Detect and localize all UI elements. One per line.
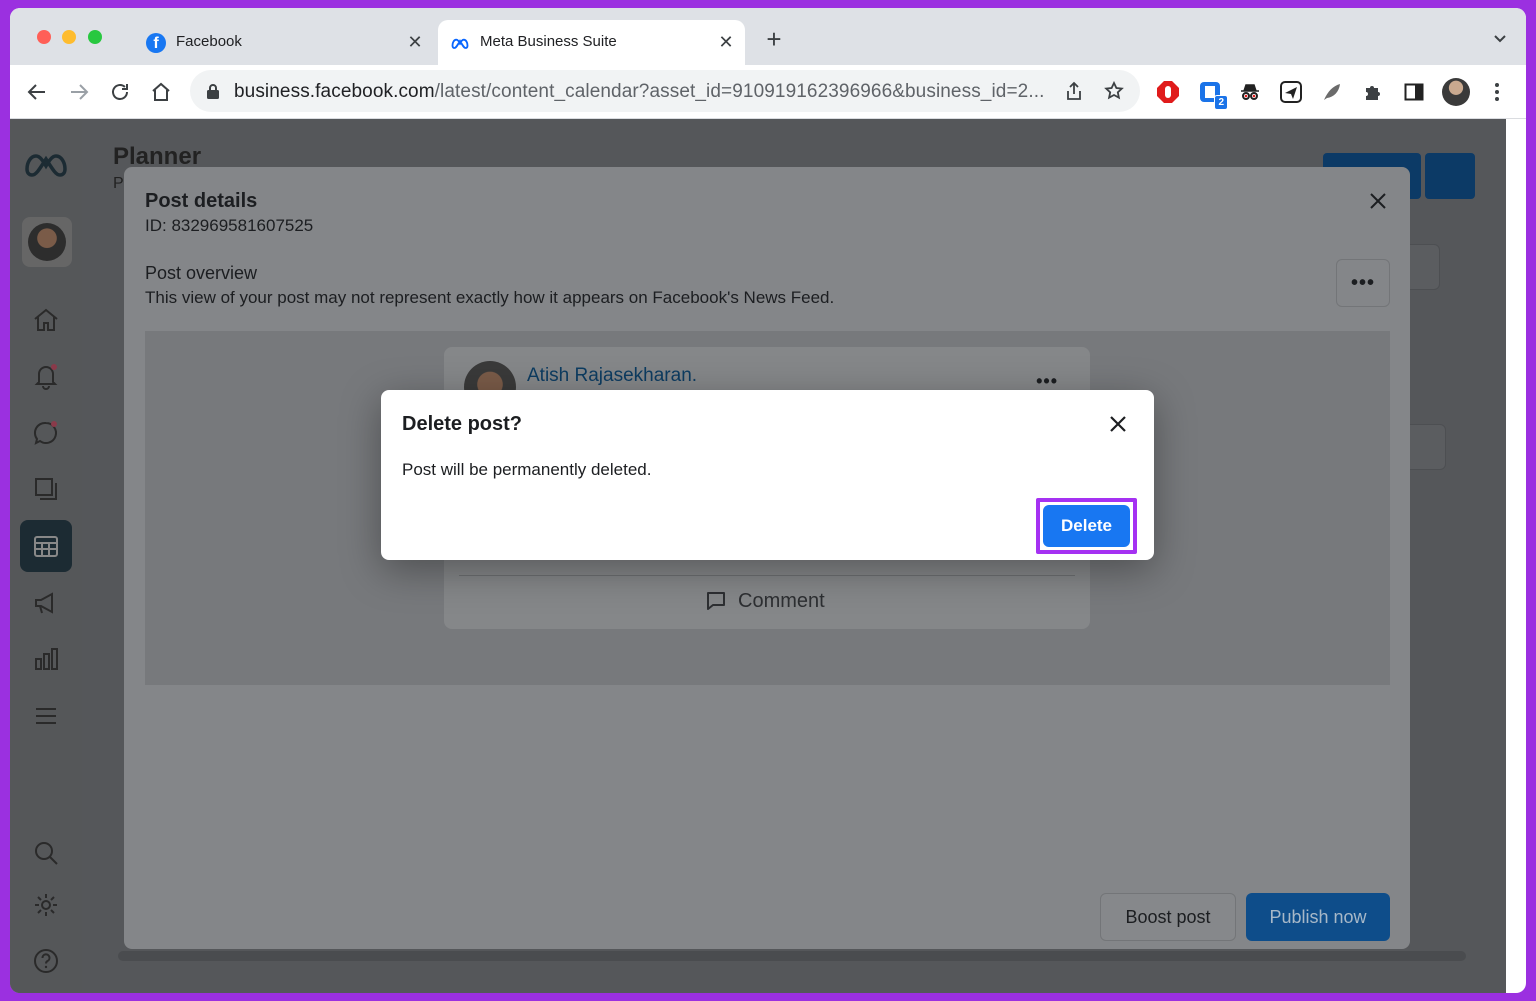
more-options-button[interactable]: ••• [1336,259,1390,307]
arrow-left-icon [27,84,45,100]
close-window-button[interactable] [37,30,51,44]
search-nav-icon[interactable] [20,827,72,879]
post-overview-title: Post overview [145,263,258,283]
author-name[interactable]: Atish Rajasekharan. [527,365,697,387]
profile-avatar[interactable] [1442,78,1470,106]
home-icon [152,82,170,101]
share-icon[interactable] [1064,81,1084,101]
meta-logo-icon[interactable] [20,139,72,191]
adblock-extension-icon[interactable] [1156,80,1180,104]
ads-nav-icon[interactable] [20,577,72,629]
puzzle-icon[interactable] [1361,80,1385,104]
tab-title: Facebook [176,33,242,50]
browser-toolbar: business.facebook.com/latest/content_cal… [10,65,1526,119]
send-extension-icon[interactable] [1279,80,1303,104]
arrow-right-icon [71,84,89,100]
star-icon[interactable] [1104,81,1124,101]
notifications-nav-icon[interactable] [20,350,72,402]
settings-nav-icon[interactable] [20,879,72,931]
reload-button[interactable] [105,77,135,107]
url-path: /latest/content_calendar?asset_id=910919… [434,81,1045,102]
create-dropdown-button[interactable] [1425,153,1475,199]
comment-label: Comment [738,589,825,612]
side-panel-icon[interactable] [1402,80,1426,104]
maximize-window-button[interactable] [88,30,102,44]
post-more-icon[interactable]: ••• [1036,371,1058,392]
delete-post-dialog: Delete post? Post will be permanently de… [381,390,1154,560]
help-nav-icon[interactable] [20,935,72,987]
post-overview-description: This view of your post may not represent… [145,288,835,307]
close-tab-icon[interactable]: ✕ [404,31,426,53]
browser-window: f Facebook ✕ Meta Business Suite ✕ + bus… [10,8,1526,993]
tab-title: Meta Business Suite [480,33,617,50]
chevron-down-icon[interactable] [1492,30,1508,46]
feather-extension-icon[interactable] [1320,80,1344,104]
menu-nav-icon[interactable] [20,690,72,742]
page-content: Planner P Post details ID: 8329695816075… [10,119,1506,993]
reload-icon [112,84,128,100]
tab-meta-business-suite[interactable]: Meta Business Suite ✕ [438,20,745,65]
url-host: business.facebook.com [234,81,435,102]
home-nav-icon[interactable] [20,294,72,346]
insights-nav-icon[interactable] [20,633,72,685]
publish-now-button[interactable]: Publish now [1246,893,1390,941]
content-nav-icon[interactable] [20,463,72,515]
meta-icon [451,38,469,49]
minimize-window-button[interactable] [62,30,76,44]
post-id: ID: 832969581607525 [145,216,314,235]
close-tab-icon[interactable]: ✕ [715,31,737,53]
facebook-icon: f [146,33,166,53]
post-details-title: Post details [145,190,258,212]
address-bar[interactable]: business.facebook.com/latest/content_cal… [190,70,1140,112]
close-icon[interactable] [1108,414,1128,434]
forward-button[interactable] [64,77,94,107]
business-profile-avatar[interactable] [22,217,72,267]
comment-icon [707,592,725,610]
incognito-extension-icon[interactable] [1238,80,1262,104]
planner-nav-icon[interactable] [20,520,72,572]
dialog-message: Post will be permanently deleted. [402,460,652,479]
horizontal-scrollbar[interactable] [118,951,1466,961]
comment-button[interactable]: Comment [704,589,825,613]
boost-post-button[interactable]: Boost post [1100,893,1236,941]
delete-button[interactable]: Delete [1043,505,1130,547]
back-button[interactable] [22,77,52,107]
tab-facebook[interactable]: f Facebook ✕ [134,20,434,65]
kebab-menu-icon[interactable] [1485,80,1509,104]
tab-strip: f Facebook ✕ Meta Business Suite ✕ + [10,8,1526,65]
left-sidebar [10,119,82,993]
dialog-title: Delete post? [402,413,523,435]
planner-subtitle: P [113,175,124,192]
extension-badge: 2 [1214,95,1228,110]
inbox-nav-icon[interactable] [20,407,72,459]
tab-manager-extension-icon[interactable]: 2 [1198,80,1228,110]
new-tab-button[interactable]: + [761,26,787,53]
home-button[interactable] [146,77,176,107]
divider [459,575,1075,576]
lock-icon [207,84,219,99]
close-icon[interactable] [1368,191,1388,211]
url-text: business.facebook.com/latest/content_cal… [234,81,1044,103]
